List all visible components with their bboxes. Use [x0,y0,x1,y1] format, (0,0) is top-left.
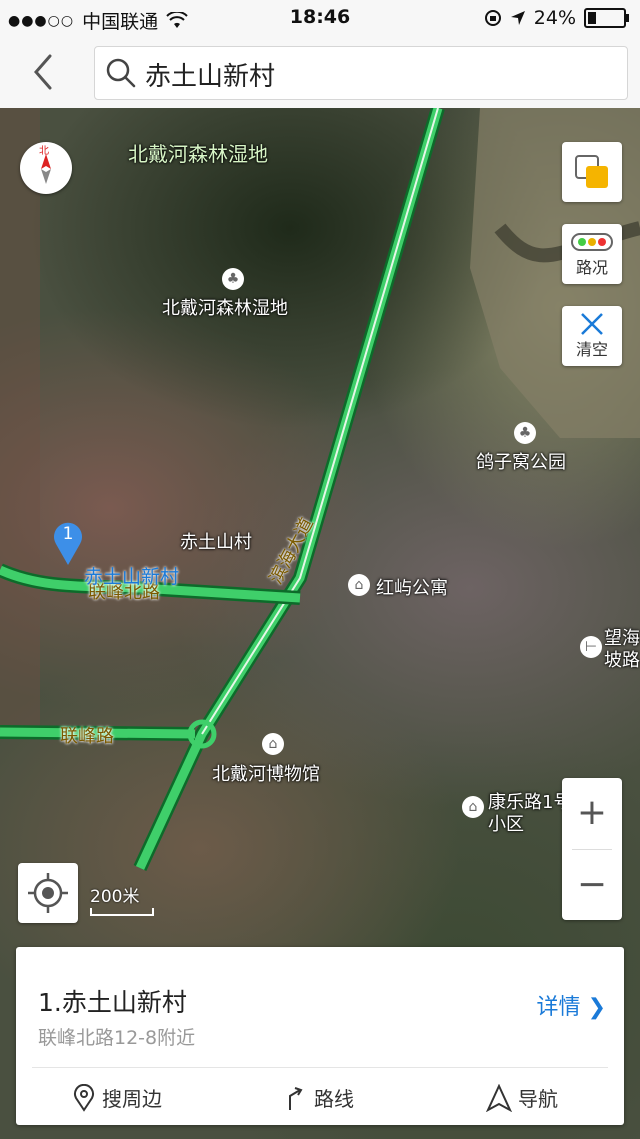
map-label-hongyu-apartment[interactable]: 红屿公寓 [376,574,448,600]
scale-bar: 200米 [90,882,154,916]
museum-poi-icon[interactable]: ⌂ [262,733,284,755]
zoom-control: + − [562,778,622,920]
residence-poi-icon[interactable]: ⌂ [348,574,370,596]
layers-icon [575,155,608,188]
result-card[interactable]: 1.赤土山新村 联峰北路12-8附近 详情 ❯ 搜周边 路线 导航 [16,947,624,1125]
map-label-chitushan-village[interactable]: 赤土山村 [180,528,252,554]
chevron-right-icon: ❯ [587,995,606,1020]
map-label-museum[interactable]: 北戴河博物馆 [212,760,320,786]
pin-label[interactable]: 赤土山新村 [84,562,179,589]
status-bar: ●●●○○ 中国联通 18:46 24% [0,0,640,36]
search-nearby-label: 搜周边 [102,1087,162,1111]
traffic-label: 路况 [575,258,608,277]
scale-label: 200米 [90,887,140,907]
map-label-pigeon-park[interactable]: 鸽子窝公园 [476,448,566,474]
search-nearby-button[interactable]: 搜周边 [72,1083,162,1112]
zoom-out-button[interactable]: − [562,850,622,920]
traffic-button[interactable]: 路况 [562,224,622,284]
map-label-pobian[interactable]: 坡路 [604,646,640,672]
zoom-in-button[interactable]: + [562,778,622,848]
detail-button[interactable]: 详情 ❯ [537,989,606,1021]
search-input[interactable]: 赤土山新村 [94,46,628,100]
result-title[interactable]: 1.赤土山新村 [38,983,187,1019]
compass-icon[interactable]: 北 [20,142,72,194]
back-chevron-icon[interactable] [24,50,64,94]
crosshair-icon [28,873,68,913]
navigate-button[interactable]: 导航 [486,1083,558,1112]
park-poi-icon[interactable]: ♣ [222,268,244,290]
map-label-wetland-area: 北戴河森林湿地 [128,142,268,166]
map-label-kangle-2[interactable]: 小区 [488,810,524,836]
location-pin-icon [74,1083,94,1112]
detail-label: 详情 [536,995,581,1020]
route-label: 路线 [314,1087,354,1111]
battery-icon [584,8,629,28]
park-poi-icon[interactable]: ♣ [514,422,536,444]
search-header: 赤土山新村 [0,36,640,109]
search-icon [106,58,136,88]
residence-poi-icon[interactable]: ⌂ [462,796,484,818]
pin-number: 1 [62,524,74,544]
clear-label: 清空 [575,340,608,359]
poi-icon[interactable]: ⊢ [580,636,602,658]
battery-percent: 24% [533,7,576,29]
rotation-lock-icon [484,10,501,26]
navigate-label: 导航 [518,1087,558,1111]
layers-button[interactable] [562,142,622,202]
navigation-arrow-icon [486,1083,512,1112]
road-label-lianfeng: 联峰路 [60,726,114,747]
search-query[interactable]: 赤土山新村 [145,56,275,93]
result-pin-icon[interactable]: 1 [52,520,84,570]
close-icon [581,313,603,335]
location-arrow-icon [510,11,525,25]
route-button[interactable]: 路线 [284,1083,354,1112]
result-address: 联峰北路12-8附近 [38,1027,196,1049]
traffic-light-icon [571,233,613,251]
route-arrow-icon [289,1086,303,1110]
locate-me-button[interactable] [18,863,78,923]
clear-button[interactable]: 清空 [562,306,622,366]
map-label-wetland-poi[interactable]: 北戴河森林湿地 [162,294,288,320]
